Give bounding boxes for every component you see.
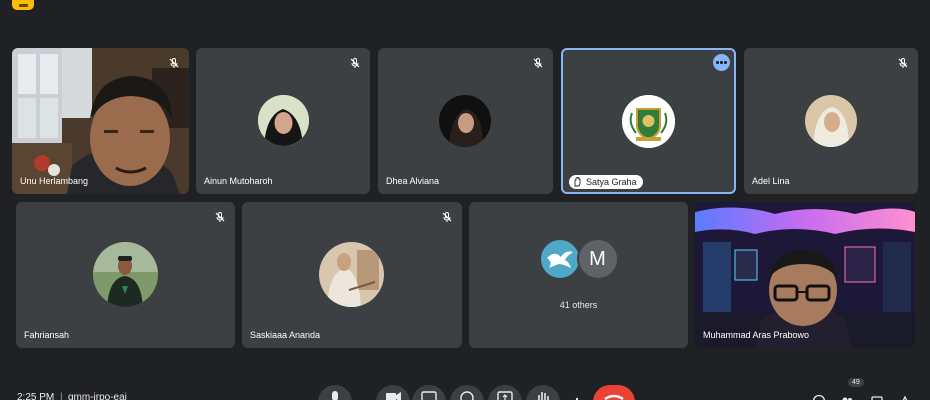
participant-tile-fahriansah[interactable]: Fahriansah [16, 202, 235, 348]
hand-raised-icon [573, 177, 582, 187]
chevron-up-icon[interactable] [304, 395, 314, 400]
clock: 2:25 PM [17, 392, 55, 400]
participant-count-badge: 49 [848, 378, 864, 387]
avatar [439, 95, 491, 147]
end-call-icon [604, 394, 624, 400]
activities-icon[interactable] [898, 392, 912, 400]
logo-emblem-avatar [622, 95, 675, 148]
participant-name: Fahriansah [24, 330, 70, 340]
emoji-icon [460, 391, 474, 400]
more-options-icon[interactable] [572, 395, 582, 400]
meeting-code: gmm-irpo-eaj [68, 392, 127, 400]
avatar [93, 242, 158, 307]
video-feed-unu [12, 48, 189, 194]
present-button[interactable] [488, 385, 522, 400]
others-tile[interactable]: M 41 others [469, 202, 688, 348]
participant-name: Dhea Alviana [386, 176, 440, 186]
others-avatar-group: M [469, 238, 688, 280]
raise-hand-button[interactable] [526, 385, 560, 400]
present-icon [497, 391, 513, 400]
chat-icon[interactable] [870, 392, 884, 400]
participant-tile-adel[interactable]: Adel Lina [744, 48, 918, 194]
end-call-button[interactable] [593, 385, 635, 400]
participant-name: Unu Herlambang [20, 176, 89, 186]
others-count-label: 41 others [559, 300, 598, 310]
people-icon[interactable] [840, 392, 854, 400]
mic-off-icon [441, 210, 453, 222]
mic-off-icon [214, 210, 226, 222]
mic-icon [332, 391, 338, 400]
captions-icon [421, 391, 437, 400]
camera-icon [386, 392, 401, 400]
chevron-up-icon[interactable] [362, 395, 372, 400]
camera-button[interactable] [376, 385, 410, 400]
participant-tile-satya[interactable]: Satya Graha [561, 48, 736, 194]
mic-button[interactable] [318, 385, 352, 400]
bird-avatar-icon [538, 238, 581, 280]
info-icon[interactable] [812, 392, 826, 400]
bottom-toolbar: 2:25 PM | gmm-irpo-eaj [0, 382, 930, 400]
avatar [319, 242, 384, 307]
participant-name-pill: Satya Graha [569, 175, 643, 189]
participant-name: Saskiaaa Ananda [250, 330, 321, 340]
mic-off-icon [168, 56, 180, 68]
participant-tile-ainun[interactable]: Ainun Mutoharoh [196, 48, 370, 194]
participant-name: Muhammad Aras Prabowo [703, 330, 810, 340]
participant-tile-unu[interactable]: Unu Herlambang [12, 48, 189, 194]
app-badge-icon [12, 0, 34, 10]
mic-off-icon [897, 56, 909, 68]
captions-button[interactable] [412, 385, 446, 400]
avatar [805, 95, 857, 147]
mic-off-icon [349, 56, 361, 68]
participant-tile-saskiaaa[interactable]: Saskiaaa Ananda [242, 202, 462, 348]
participant-name: Satya Graha [586, 177, 637, 187]
video-feed-muhammad [695, 202, 915, 348]
hand-icon [538, 392, 549, 400]
mic-off-icon [532, 56, 544, 68]
separator: | [60, 392, 63, 400]
letter-avatar: M [576, 238, 619, 280]
participant-name: Adel Lina [752, 176, 790, 186]
participant-name: Ainun Mutoharoh [204, 176, 273, 186]
avatar [258, 95, 309, 146]
participant-tile-dhea[interactable]: Dhea Alviana [378, 48, 553, 194]
emoji-button[interactable] [450, 385, 484, 400]
more-options-icon[interactable] [713, 54, 730, 71]
participant-tile-muhammad[interactable]: Muhammad Aras Prabowo [695, 202, 915, 348]
